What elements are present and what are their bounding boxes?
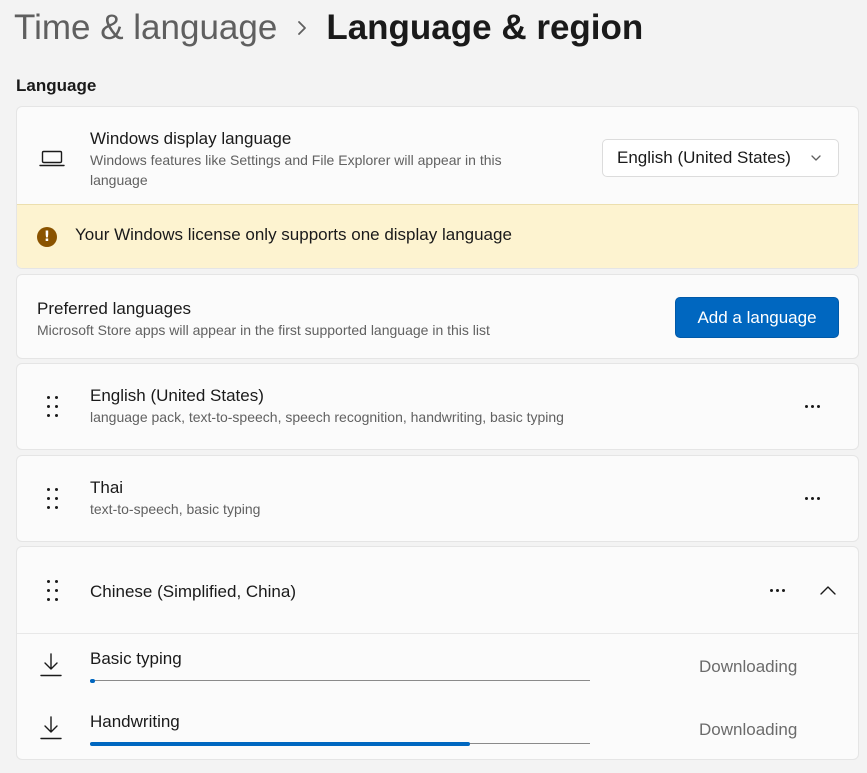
download-status: Downloading [699,657,798,676]
breadcrumb: Time & language Language & region [14,6,643,50]
warning-icon: ! [37,227,57,247]
page-title: Language & region [326,8,644,47]
download-progress-bar [90,679,590,683]
preferred-languages-description: Microsoft Store apps will appear in the … [37,322,490,338]
more-options-icon[interactable] [797,396,827,416]
language-item-chinese: Chinese (Simplified, China) Basic typing… [16,546,859,760]
drag-handle-icon[interactable] [45,579,61,605]
preferred-languages-title: Preferred languages [37,299,192,318]
section-title-language: Language [16,76,97,95]
download-progress-fill [90,742,470,746]
display-language-description: Windows features like Settings and File … [90,152,502,188]
chevron-up-icon[interactable] [817,583,839,599]
chevron-right-icon [297,20,308,36]
download-progress-bar [90,742,590,746]
language-item-english[interactable]: English (United States) language pack, t… [16,363,859,450]
download-item-handwriting: Handwriting Downloading [17,708,858,759]
language-features: text-to-speech, basic typing [90,501,261,517]
drag-handle-icon[interactable] [45,395,61,421]
preferred-languages-card: Preferred languages Microsoft Store apps… [16,274,859,359]
add-language-button[interactable]: Add a language [675,297,839,338]
laptop-icon [39,150,65,167]
language-name: English (United States) [90,386,264,405]
download-progress-fill [90,679,95,683]
display-language-row: Windows display language Windows feature… [17,107,858,204]
more-options-icon[interactable] [762,580,792,600]
license-warning-bar: ! Your Windows license only supports one… [17,204,858,268]
download-icon [40,716,62,740]
display-language-dropdown[interactable]: English (United States) [602,139,839,177]
download-name: Basic typing [90,649,182,668]
language-name: Chinese (Simplified, China) [90,582,296,601]
display-language-title: Windows display language [90,129,292,148]
language-region-page: Time & language Language & region Langua… [0,0,867,773]
language-name: Thai [90,478,124,497]
display-language-card: Windows display language Windows feature… [16,106,859,269]
download-item-basic-typing: Basic typing Downloading [17,645,858,705]
download-status: Downloading [699,720,798,739]
more-options-icon[interactable] [797,488,827,508]
breadcrumb-parent-link[interactable]: Time & language [14,8,277,48]
language-item-thai[interactable]: Thai text-to-speech, basic typing [16,455,859,542]
language-features: language pack, text-to-speech, speech re… [90,409,564,425]
license-warning-text: Your Windows license only supports one d… [75,225,512,244]
download-name: Handwriting [90,712,180,731]
drag-handle-icon[interactable] [45,487,61,513]
display-language-selected: English (United States) [617,148,791,167]
chevron-down-icon [811,155,821,161]
download-icon [40,653,62,677]
language-item-chinese-header[interactable]: Chinese (Simplified, China) [17,547,858,634]
